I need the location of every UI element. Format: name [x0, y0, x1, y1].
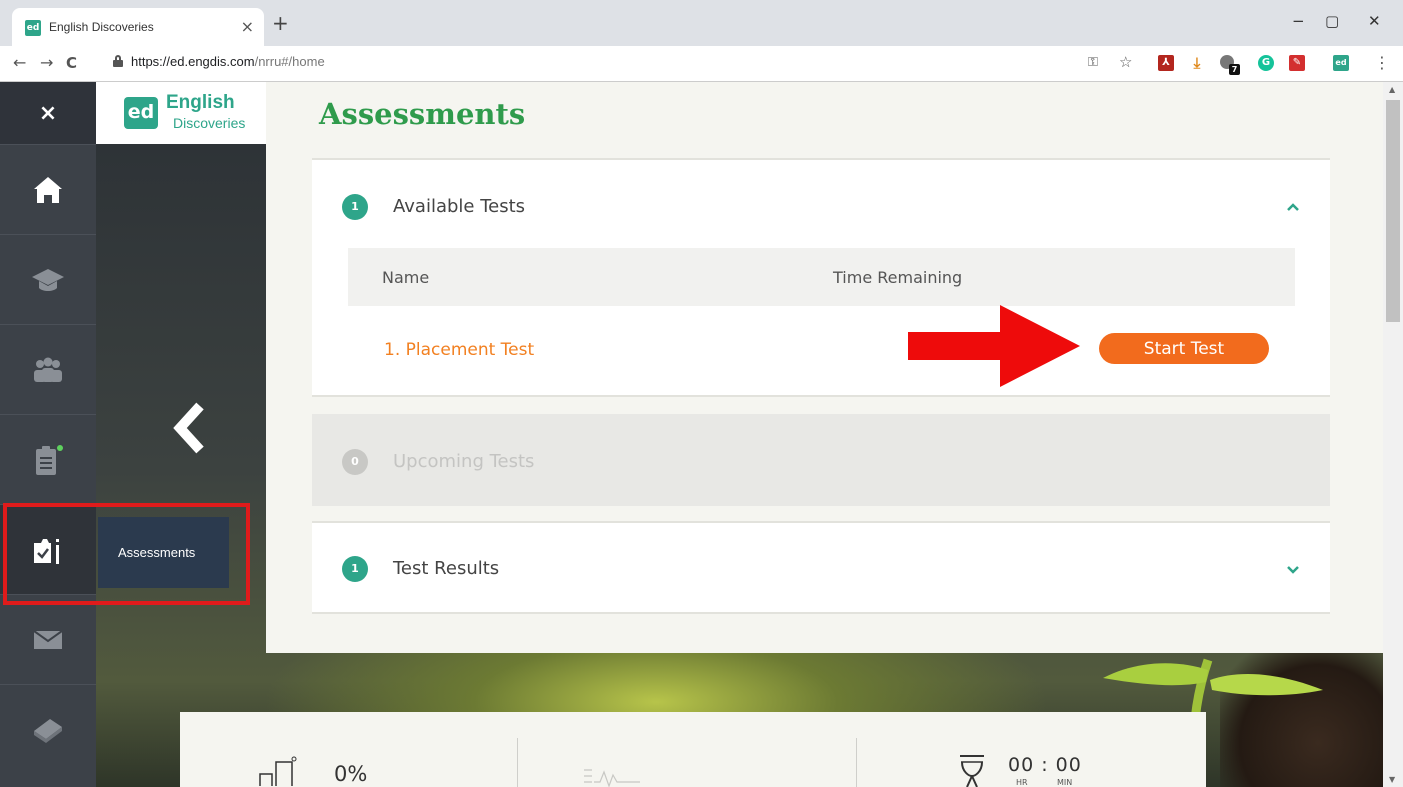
- time-hr-label: HR: [1016, 778, 1028, 787]
- test-results-section: 1 Test Results: [312, 521, 1330, 614]
- tests-table-header: Name Time Remaining: [348, 248, 1295, 306]
- browser-tab-bar: ed English Discoveries × + − ▢ ✕: [0, 0, 1403, 46]
- close-window-button[interactable]: ✕: [1368, 12, 1381, 30]
- upcoming-count-badge: 0: [342, 449, 368, 475]
- expand-chevron-down-icon[interactable]: [1286, 565, 1300, 575]
- sidebar-item-courses[interactable]: [0, 235, 96, 325]
- annotation-arrow-icon: [908, 305, 1080, 387]
- download-extension-icon[interactable]: ⤓: [1189, 55, 1205, 71]
- address-bar: ← → C https://ed.engdis.com/nrru#/home ⚿…: [0, 46, 1403, 82]
- assessments-panel: Assessments 1 Available Tests Name Time …: [266, 82, 1383, 653]
- key-icon[interactable]: ⚿: [1088, 55, 1098, 70]
- envelope-icon: [33, 629, 63, 649]
- available-tests-section: 1 Available Tests Name Time Remaining 1.…: [312, 158, 1330, 397]
- lock-icon: [113, 55, 123, 67]
- sidebar: ×: [0, 82, 96, 787]
- ed-favicon-icon: ed: [25, 20, 41, 36]
- restore-button[interactable]: ▢: [1325, 12, 1339, 30]
- page-scrollbar[interactable]: ▲ ▼: [1383, 82, 1403, 787]
- minimize-button[interactable]: −: [1292, 12, 1305, 30]
- column-header-time-remaining: Time Remaining: [833, 268, 963, 287]
- home-icon: [34, 176, 62, 203]
- scroll-up-arrow[interactable]: ▲: [1389, 85, 1395, 94]
- pulse-activity-icon: [584, 769, 640, 787]
- scroll-thumb[interactable]: [1386, 100, 1400, 322]
- column-header-name: Name: [382, 268, 430, 287]
- url-field[interactable]: https://ed.engdis.com/nrru#/home: [131, 54, 325, 69]
- sidebar-item-messages[interactable]: [0, 595, 96, 685]
- browser-menu-icon[interactable]: ⋮: [1374, 53, 1390, 72]
- forward-button[interactable]: →: [40, 53, 53, 72]
- sidebar-item-community[interactable]: [0, 325, 96, 415]
- available-count-badge: 1: [342, 194, 368, 220]
- start-test-button[interactable]: Start Test: [1099, 333, 1269, 364]
- progress-stats-strip: 0% 00 : 00 HR MIN: [180, 712, 1206, 787]
- available-tests-title[interactable]: Available Tests: [393, 196, 525, 217]
- browser-tab[interactable]: ed English Discoveries ×: [12, 8, 264, 46]
- extension-count-badge: 7: [1229, 64, 1240, 75]
- results-count-badge: 1: [342, 556, 368, 582]
- progress-chart-icon: [259, 756, 297, 786]
- sidebar-item-home[interactable]: [0, 145, 96, 235]
- new-tab-button[interactable]: +: [272, 11, 289, 35]
- brand-name: English: [166, 92, 235, 113]
- collapse-chevron-up-icon[interactable]: [1286, 202, 1300, 212]
- scroll-down-arrow[interactable]: ▼: [1389, 775, 1395, 784]
- close-icon: ×: [38, 100, 58, 126]
- bookmark-star-icon[interactable]: ☆: [1119, 53, 1132, 71]
- sidebar-close-button[interactable]: ×: [0, 82, 96, 145]
- test-name-placement[interactable]: 1. Placement Test: [384, 340, 534, 360]
- reload-button[interactable]: C: [66, 54, 77, 72]
- graduation-cap-icon: [32, 268, 64, 291]
- tab-close-icon[interactable]: ×: [241, 17, 254, 36]
- test-results-title[interactable]: Test Results: [393, 558, 499, 579]
- sidebar-item-library[interactable]: [0, 685, 96, 775]
- stats-divider: [856, 738, 857, 787]
- stats-divider: [517, 738, 518, 787]
- clipboard-icon: [36, 444, 63, 475]
- upcoming-tests-section: 0 Upcoming Tests: [312, 414, 1330, 506]
- time-spent: 00 : 00: [1008, 754, 1082, 776]
- brand-panel[interactable]: ed English Discoveries: [96, 82, 266, 144]
- book-icon: [34, 719, 62, 743]
- adobe-extension-icon[interactable]: ✎: [1289, 55, 1305, 71]
- ed-logo: ed: [124, 97, 158, 129]
- time-min-label: MIN: [1057, 778, 1073, 787]
- annotation-highlight-box: [3, 503, 250, 605]
- grammarly-extension-icon[interactable]: G: [1258, 55, 1274, 71]
- page-title: Assessments: [319, 97, 526, 131]
- sidebar-item-tasks[interactable]: [0, 415, 96, 505]
- ed-extension-icon[interactable]: ed: [1333, 55, 1349, 71]
- progress-percentage: 0%: [334, 762, 368, 786]
- back-button[interactable]: ←: [13, 53, 26, 72]
- upcoming-tests-title: Upcoming Tests: [393, 451, 535, 472]
- collapse-panel-chevron-icon[interactable]: [170, 400, 206, 456]
- tab-title: English Discoveries: [49, 20, 154, 34]
- trophy-cup-icon: [960, 755, 984, 787]
- pdf-extension-icon[interactable]: ⅄: [1158, 55, 1174, 71]
- brand-subtitle: Discoveries: [173, 115, 246, 131]
- community-icon: [34, 357, 62, 382]
